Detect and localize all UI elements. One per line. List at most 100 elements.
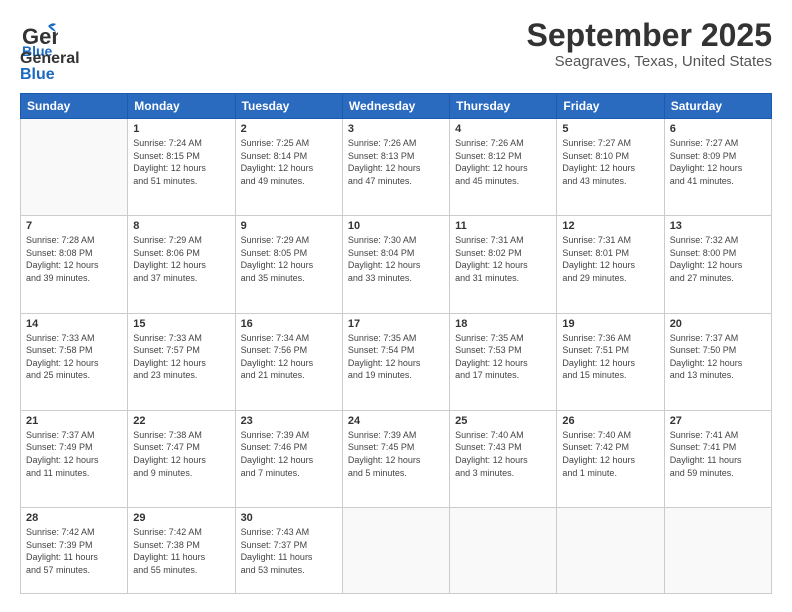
day-number: 17 — [348, 318, 444, 330]
table-row: 3 Sunrise: 7:26 AM Sunset: 8:13 PM Daylig… — [342, 119, 449, 216]
table-row: 23Sunrise: 7:39 AM Sunset: 7:46 PM Dayli… — [235, 410, 342, 507]
day-info: Sunrise: 7:25 AM Sunset: 8:14 PM Dayligh… — [241, 137, 337, 187]
table-row: 16 Sunrise: 7:34 AM Sunset: 7:56 PM Dayli… — [235, 313, 342, 410]
table-row: 4Sunrise: 7:26 AM Sunset: 8:12 PM Daylig… — [450, 119, 557, 216]
header: General Blue General Blue September 2025… — [20, 18, 772, 83]
calendar-week-row: 1 Sunrise: 7:24 AM Sunset: 8:15 PM Daylig… — [21, 119, 772, 216]
day-info: Sunrise: 7:39 AM Sunset: 7:45 PM Dayligh… — [348, 429, 444, 479]
day-number: 15 — [133, 318, 229, 330]
day-info: Sunrise: 7:24 AM Sunset: 8:15 PM Dayligh… — [133, 137, 229, 187]
day-info: Sunrise: 7:33 AM Sunset: 7:58 PM Dayligh… — [26, 332, 122, 382]
day-info: Sunrise: 7:28 AM Sunset: 8:08 PM Dayligh… — [26, 234, 122, 284]
table-row: 24Sunrise: 7:39 AM Sunset: 7:45 PM Dayli… — [342, 410, 449, 507]
table-row: 9Sunrise: 7:29 AM Sunset: 8:05 PM Daylig… — [235, 216, 342, 313]
table-row — [450, 508, 557, 594]
table-row: 15 Sunrise: 7:33 AM Sunset: 7:57 PM Dayli… — [128, 313, 235, 410]
day-info: Sunrise: 7:34 AM Sunset: 7:56 PM Dayligh… — [241, 332, 337, 382]
day-info: Sunrise: 7:32 AM Sunset: 8:00 PM Dayligh… — [670, 234, 766, 284]
table-row: 18 Sunrise: 7:35 AM Sunset: 7:53 PM Dayli… — [450, 313, 557, 410]
table-row: 17Sunrise: 7:35 AM Sunset: 7:54 PM Dayli… — [342, 313, 449, 410]
day-number: 25 — [455, 415, 551, 427]
table-row: 25 Sunrise: 7:40 AM Sunset: 7:43 PM Dayli… — [450, 410, 557, 507]
day-number: 14 — [26, 318, 122, 330]
day-info: Sunrise: 7:29 AM Sunset: 8:05 PM Dayligh… — [241, 234, 337, 284]
table-row: 8 Sunrise: 7:29 AM Sunset: 8:06 PM Daylig… — [128, 216, 235, 313]
title-block: September 2025 Seagraves, Texas, United … — [527, 18, 772, 70]
logo: General Blue General Blue — [20, 18, 80, 83]
table-row: 26 Sunrise: 7:40 AM Sunset: 7:42 PM Dayli… — [557, 410, 664, 507]
table-row: 19Sunrise: 7:36 AM Sunset: 7:51 PM Dayli… — [557, 313, 664, 410]
day-info: Sunrise: 7:42 AM Sunset: 7:39 PM Dayligh… — [26, 526, 122, 576]
table-row: 13 Sunrise: 7:32 AM Sunset: 8:00 PM Dayli… — [664, 216, 771, 313]
calendar-week-row: 28 Sunrise: 7:42 AM Sunset: 7:39 PM Dayli… — [21, 508, 772, 594]
day-number: 18 — [455, 318, 551, 330]
day-number: 20 — [670, 318, 766, 330]
table-row: 12 Sunrise: 7:31 AM Sunset: 8:01 PM Dayli… — [557, 216, 664, 313]
table-row: 28 Sunrise: 7:42 AM Sunset: 7:39 PM Dayli… — [21, 508, 128, 594]
table-row: 30Sunrise: 7:43 AM Sunset: 7:37 PM Dayli… — [235, 508, 342, 594]
day-number: 29 — [133, 512, 229, 524]
day-info: Sunrise: 7:35 AM Sunset: 7:53 PM Dayligh… — [455, 332, 551, 382]
table-row — [342, 508, 449, 594]
col-saturday: Saturday — [664, 94, 771, 119]
day-number: 16 — [241, 318, 337, 330]
calendar-week-row: 14 Sunrise: 7:33 AM Sunset: 7:58 PM Dayli… — [21, 313, 772, 410]
day-info: Sunrise: 7:26 AM Sunset: 8:13 PM Dayligh… — [348, 137, 444, 187]
col-monday: Monday — [128, 94, 235, 119]
table-row: 21 Sunrise: 7:37 AM Sunset: 7:49 PM Dayli… — [21, 410, 128, 507]
day-info: Sunrise: 7:29 AM Sunset: 8:06 PM Dayligh… — [133, 234, 229, 284]
day-number: 21 — [26, 415, 122, 427]
table-row: 2 Sunrise: 7:25 AM Sunset: 8:14 PM Daylig… — [235, 119, 342, 216]
table-row: 20Sunrise: 7:37 AM Sunset: 7:50 PM Dayli… — [664, 313, 771, 410]
day-number: 23 — [241, 415, 337, 427]
table-row: 22 Sunrise: 7:38 AM Sunset: 7:47 PM Dayli… — [128, 410, 235, 507]
subtitle: Seagraves, Texas, United States — [527, 53, 772, 70]
table-row: 6 Sunrise: 7:27 AM Sunset: 8:09 PM Daylig… — [664, 119, 771, 216]
day-info: Sunrise: 7:36 AM Sunset: 7:51 PM Dayligh… — [562, 332, 658, 382]
table-row — [557, 508, 664, 594]
day-info: Sunrise: 7:40 AM Sunset: 7:43 PM Dayligh… — [455, 429, 551, 479]
main-title: September 2025 — [527, 18, 772, 53]
logo-blue-text: Blue — [20, 67, 80, 83]
day-info: Sunrise: 7:43 AM Sunset: 7:37 PM Dayligh… — [241, 526, 337, 576]
table-row: 14 Sunrise: 7:33 AM Sunset: 7:58 PM Dayli… — [21, 313, 128, 410]
day-number: 26 — [562, 415, 658, 427]
day-number: 22 — [133, 415, 229, 427]
day-number: 6 — [670, 123, 766, 135]
day-info: Sunrise: 7:27 AM Sunset: 8:09 PM Dayligh… — [670, 137, 766, 187]
table-row: 5Sunrise: 7:27 AM Sunset: 8:10 PM Daylig… — [557, 119, 664, 216]
day-info: Sunrise: 7:31 AM Sunset: 8:02 PM Dayligh… — [455, 234, 551, 284]
day-number: 12 — [562, 220, 658, 232]
col-sunday: Sunday — [21, 94, 128, 119]
table-row: 29 Sunrise: 7:42 AM Sunset: 7:38 PM Dayli… — [128, 508, 235, 594]
col-tuesday: Tuesday — [235, 94, 342, 119]
day-number: 27 — [670, 415, 766, 427]
page: General Blue General Blue September 2025… — [0, 0, 792, 612]
col-thursday: Thursday — [450, 94, 557, 119]
day-info: Sunrise: 7:40 AM Sunset: 7:42 PM Dayligh… — [562, 429, 658, 479]
day-info: Sunrise: 7:31 AM Sunset: 8:01 PM Dayligh… — [562, 234, 658, 284]
calendar-body: 1 Sunrise: 7:24 AM Sunset: 8:15 PM Daylig… — [21, 119, 772, 594]
day-number: 2 — [241, 123, 337, 135]
table-row — [21, 119, 128, 216]
day-number: 13 — [670, 220, 766, 232]
day-number: 3 — [348, 123, 444, 135]
day-info: Sunrise: 7:30 AM Sunset: 8:04 PM Dayligh… — [348, 234, 444, 284]
day-number: 28 — [26, 512, 122, 524]
day-number: 1 — [133, 123, 229, 135]
day-info: Sunrise: 7:38 AM Sunset: 7:47 PM Dayligh… — [133, 429, 229, 479]
table-row — [664, 508, 771, 594]
day-info: Sunrise: 7:42 AM Sunset: 7:38 PM Dayligh… — [133, 526, 229, 576]
table-row: 7Sunrise: 7:28 AM Sunset: 8:08 PM Daylig… — [21, 216, 128, 313]
day-number: 10 — [348, 220, 444, 232]
day-info: Sunrise: 7:41 AM Sunset: 7:41 PM Dayligh… — [670, 429, 766, 479]
logo-general-text: General — [20, 51, 80, 67]
day-info: Sunrise: 7:37 AM Sunset: 7:49 PM Dayligh… — [26, 429, 122, 479]
table-row: 27 Sunrise: 7:41 AM Sunset: 7:41 PM Dayli… — [664, 410, 771, 507]
day-info: Sunrise: 7:33 AM Sunset: 7:57 PM Dayligh… — [133, 332, 229, 382]
col-friday: Friday — [557, 94, 664, 119]
day-number: 8 — [133, 220, 229, 232]
table-row: 1 Sunrise: 7:24 AM Sunset: 8:15 PM Daylig… — [128, 119, 235, 216]
col-wednesday: Wednesday — [342, 94, 449, 119]
day-number: 11 — [455, 220, 551, 232]
